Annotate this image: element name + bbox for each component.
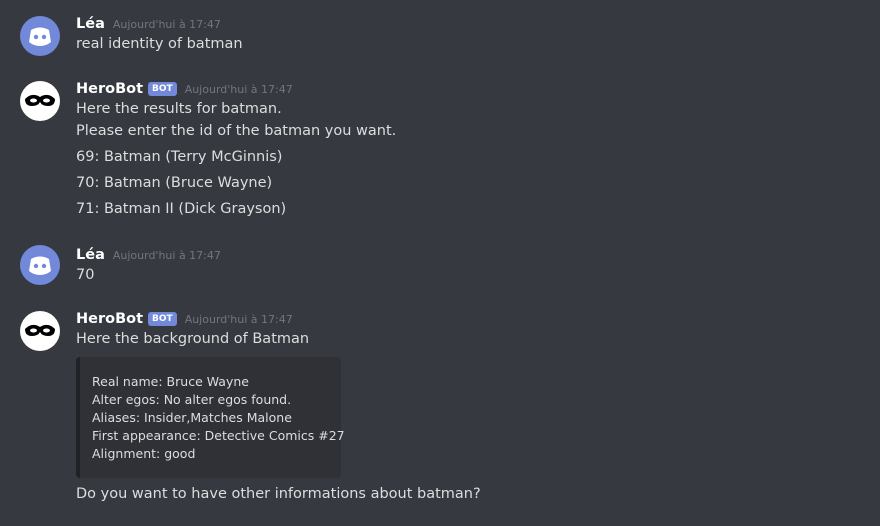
result-item: 69: Batman (Terry McGinnis) — [76, 149, 283, 165]
username[interactable]: Léa — [76, 16, 105, 32]
timestamp: Aujourd'hui à 17:47 — [112, 17, 221, 31]
mask-icon — [25, 324, 55, 336]
username[interactable]: HeroBot — [76, 311, 143, 327]
message: HeroBot BOT Aujourd'hui à 17:47 Here the… — [0, 79, 880, 224]
message-text: Do you want to have other informations a… — [76, 486, 481, 502]
bot-badge: BOT — [148, 312, 177, 326]
embed-field: Aliases: Insider,Matches Malone — [92, 410, 292, 425]
message: Léa Aujourd'hui à 17:47 70 — [0, 245, 880, 287]
timestamp: Aujourd'hui à 17:47 — [184, 82, 293, 96]
bot-avatar[interactable] — [20, 81, 60, 121]
message-text: Here the results for batman. — [76, 101, 282, 117]
username[interactable]: Léa — [76, 247, 105, 263]
user-avatar[interactable] — [20, 245, 60, 285]
embed-field: Real name: Bruce Wayne — [92, 374, 249, 389]
message-text: 70 — [76, 267, 95, 283]
embed-field: First appearance: Detective Comics #27 — [92, 428, 345, 443]
message-text: Please enter the id of the batman you wa… — [76, 123, 397, 139]
message-text: Here the background of Batman — [76, 331, 310, 347]
embed-field: Alignment: good — [92, 446, 196, 461]
user-avatar[interactable] — [20, 16, 60, 56]
message: HeroBot BOT Aujourd'hui à 17:47 Here the… — [0, 309, 880, 509]
result-item: 70: Batman (Bruce Wayne) — [76, 175, 273, 191]
embed-field: Alter egos: No alter egos found. — [92, 392, 292, 407]
message-text: real identity of batman — [76, 36, 243, 52]
bot-avatar[interactable] — [20, 311, 60, 351]
message: Léa Aujourd'hui à 17:47 real identity of… — [0, 14, 880, 56]
username[interactable]: HeroBot — [76, 81, 143, 97]
timestamp: Aujourd'hui à 17:47 — [184, 312, 293, 326]
bot-badge: BOT — [148, 82, 177, 96]
discord-logo-icon — [29, 256, 51, 275]
embed: Real name: Bruce Wayne Alter egos: No al… — [76, 357, 345, 478]
mask-icon — [25, 94, 55, 106]
result-item: 71: Batman II (Dick Grayson) — [76, 201, 287, 217]
discord-logo-icon — [29, 27, 51, 46]
timestamp: Aujourd'hui à 17:47 — [112, 248, 221, 262]
